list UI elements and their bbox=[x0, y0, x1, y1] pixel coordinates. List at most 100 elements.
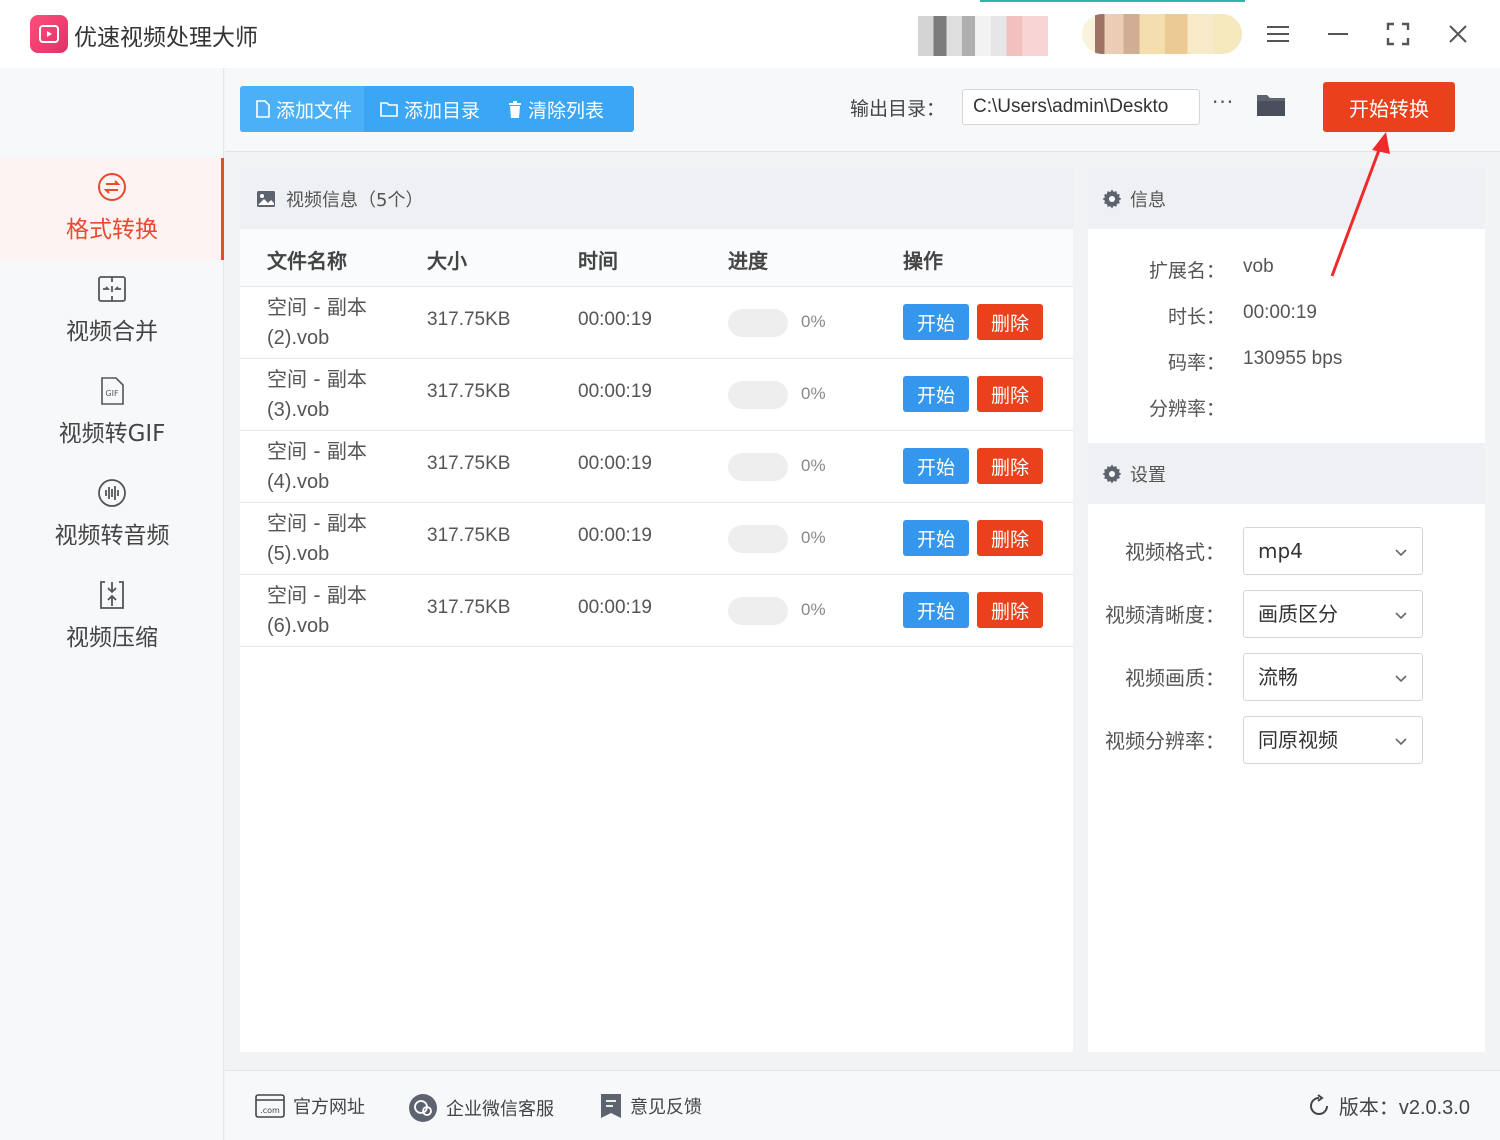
delete-button[interactable]: 删除 bbox=[977, 520, 1043, 556]
toolbar: 添加文件 添加目录 清除列表 输出目录： C:\Users\admin\Desk… bbox=[225, 68, 1500, 152]
settings-header: 设置 bbox=[1088, 443, 1485, 504]
svg-text:GIF: GIF bbox=[105, 389, 119, 398]
sidebar-item-label: 格式转换 bbox=[66, 217, 158, 243]
table-row[interactable]: 空间 - 副本 (3).vob 317.75KB 00:00:19 0% 开始 删… bbox=[240, 359, 1073, 431]
title-bar: 优速视频处理大师 bbox=[0, 0, 1500, 68]
sidebar-item-label: 视频压缩 bbox=[66, 625, 158, 651]
output-dir-input[interactable]: C:\Users\admin\Deskto bbox=[962, 89, 1200, 125]
sidebar-item-label: 视频转音频 bbox=[54, 523, 170, 549]
start-button[interactable]: 开始 bbox=[903, 304, 969, 340]
gif-icon: GIF bbox=[97, 376, 127, 406]
progress-text: 0% bbox=[801, 600, 826, 619]
start-convert-button[interactable]: 开始转换 bbox=[1323, 82, 1455, 132]
progress-text: 0% bbox=[801, 384, 826, 403]
sidebar-item-label: 视频合并 bbox=[66, 319, 158, 345]
browse-more-button[interactable]: ··· bbox=[1212, 90, 1234, 114]
column-header-time: 时间 bbox=[578, 249, 618, 273]
clear-list-label: 清除列表 bbox=[528, 99, 605, 122]
start-button[interactable]: 开始 bbox=[903, 520, 969, 556]
add-directory-label: 添加目录 bbox=[404, 99, 481, 122]
blurred-user-area bbox=[918, 16, 1048, 56]
blurred-decoration bbox=[980, 0, 1245, 2]
start-button[interactable]: 开始 bbox=[903, 376, 969, 412]
file-name: 空间 - 副本 (2).vob bbox=[267, 295, 367, 349]
video-resolution-select[interactable]: 同原视频 bbox=[1243, 716, 1423, 764]
table-row[interactable]: 空间 - 副本 (2).vob 317.75KB 00:00:19 0% 开始 删… bbox=[240, 287, 1073, 359]
file-size: 317.75KB bbox=[427, 453, 511, 474]
menu-icon[interactable] bbox=[1260, 16, 1296, 52]
sidebar-item-format-convert[interactable]: 格式转换 bbox=[0, 158, 224, 260]
sidebar-item-video-to-audio[interactable]: 视频转音频 bbox=[0, 464, 224, 566]
table-header: 文件名称 大小 时间 进度 操作 bbox=[240, 229, 1073, 287]
website-icon: .com bbox=[255, 1094, 285, 1118]
info-duration: 时长： 00:00:19 bbox=[1167, 302, 1317, 328]
video-resolution-label: 视频分辨率： bbox=[1105, 729, 1225, 753]
fullscreen-icon[interactable] bbox=[1380, 16, 1416, 52]
file-name: 空间 - 副本 (6).vob bbox=[267, 583, 367, 637]
info-settings-panel: 信息 扩展名： vob 时长： 00:00:19 码率： 130955 bps 分辨率… bbox=[1088, 168, 1485, 1052]
file-size: 317.75KB bbox=[427, 525, 511, 546]
add-file-button[interactable]: 添加文件 bbox=[240, 86, 365, 132]
table-row[interactable]: 空间 - 副本 (6).vob 317.75KB 00:00:19 0% 开始 删… bbox=[240, 575, 1073, 647]
file-list-panel: 视频信息（5个） 文件名称 大小 时间 进度 操作 空间 - 副本 (2).vob… bbox=[240, 168, 1073, 1052]
table-row[interactable]: 空间 - 副本 (5).vob 317.75KB 00:00:19 0% 开始 删… bbox=[240, 503, 1073, 575]
video-format-label: 视频格式： bbox=[1125, 540, 1225, 564]
file-name: 空间 - 副本 (3).vob bbox=[267, 367, 367, 421]
file-panel-header: 视频信息（5个） bbox=[240, 168, 1073, 229]
file-duration: 00:00:19 bbox=[578, 597, 652, 618]
video-format-select[interactable]: mp4 bbox=[1243, 527, 1423, 575]
video-clarity-select[interactable]: 画质区分 bbox=[1243, 590, 1423, 638]
column-header-name: 文件名称 bbox=[267, 249, 347, 273]
clear-list-button[interactable]: 清除列表 bbox=[492, 86, 616, 132]
progress-text: 0% bbox=[801, 528, 826, 547]
video-quality-select[interactable]: 流畅 bbox=[1243, 653, 1423, 701]
file-size: 317.75KB bbox=[427, 309, 511, 330]
file-name: 空间 - 副本 (5).vob bbox=[267, 511, 367, 565]
feedback-link[interactable]: 意见反馈 bbox=[600, 1093, 702, 1119]
progress-bar bbox=[728, 597, 788, 625]
feedback-icon bbox=[601, 1094, 621, 1118]
progress-text: 0% bbox=[801, 312, 826, 331]
wechat-icon bbox=[409, 1094, 437, 1122]
chevron-down-icon bbox=[1395, 738, 1407, 746]
gear-icon bbox=[1102, 464, 1122, 483]
start-button[interactable]: 开始 bbox=[903, 448, 969, 484]
file-icon bbox=[256, 100, 270, 118]
add-directory-button[interactable]: 添加目录 bbox=[364, 86, 492, 132]
open-folder-icon[interactable] bbox=[1256, 92, 1286, 118]
delete-button[interactable]: 删除 bbox=[977, 592, 1043, 628]
settings-title: 设置 bbox=[1130, 464, 1166, 486]
format-convert-icon bbox=[97, 172, 127, 202]
refresh-icon[interactable] bbox=[1307, 1093, 1331, 1118]
sidebar-item-video-to-gif[interactable]: GIF 视频转GIF bbox=[0, 362, 224, 464]
info-resolution: 分辨率： bbox=[1148, 398, 1225, 420]
sidebar-item-video-compress[interactable]: 视频压缩 bbox=[0, 566, 224, 668]
official-website-link[interactable]: .com 官方网址 bbox=[255, 1093, 365, 1119]
output-dir-label: 输出目录： bbox=[850, 98, 946, 120]
start-button[interactable]: 开始 bbox=[903, 592, 969, 628]
delete-button[interactable]: 删除 bbox=[977, 304, 1043, 340]
minimize-icon[interactable] bbox=[1320, 16, 1356, 52]
delete-button[interactable]: 删除 bbox=[977, 376, 1043, 412]
wechat-service-link[interactable]: 企业微信客服 bbox=[408, 1093, 554, 1123]
trash-icon bbox=[509, 100, 522, 118]
file-name: 空间 - 副本 (4).vob bbox=[267, 439, 367, 493]
table-row[interactable]: 空间 - 副本 (4).vob 317.75KB 00:00:19 0% 开始 删… bbox=[240, 431, 1073, 503]
file-duration: 00:00:19 bbox=[578, 381, 652, 402]
sidebar-item-video-merge[interactable]: 视频合并 bbox=[0, 260, 224, 362]
image-icon bbox=[257, 190, 275, 207]
progress-text: 0% bbox=[801, 456, 826, 475]
file-panel-title: 视频信息（5个） bbox=[286, 189, 424, 211]
file-duration: 00:00:19 bbox=[578, 525, 652, 546]
annotation-arrow-icon bbox=[1330, 132, 1390, 277]
chevron-down-icon bbox=[1395, 675, 1407, 683]
sidebar-item-label: 视频转GIF bbox=[58, 421, 166, 447]
file-duration: 00:00:19 bbox=[578, 309, 652, 330]
video-quality-label: 视频画质： bbox=[1125, 666, 1225, 690]
file-actions-group: 添加文件 添加目录 清除列表 bbox=[240, 86, 634, 132]
delete-button[interactable]: 删除 bbox=[977, 448, 1043, 484]
merge-icon bbox=[97, 274, 127, 304]
close-icon[interactable] bbox=[1440, 16, 1476, 52]
info-header: 信息 bbox=[1088, 168, 1485, 229]
file-size: 317.75KB bbox=[427, 597, 511, 618]
